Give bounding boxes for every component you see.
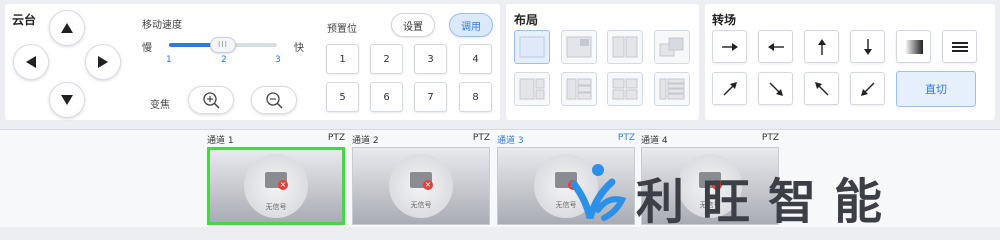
triangle-down-icon [61,95,73,105]
layout-overlap-icon [659,37,684,57]
ptz-title: 云台 [12,13,37,27]
layout-list-button[interactable] [654,72,690,106]
layout-single-icon [519,36,545,58]
layout-main-list-button[interactable] [561,72,597,106]
ptz-up-button[interactable] [49,10,85,46]
preset-button-3[interactable]: 3 [414,44,447,74]
ptz-down-button[interactable] [49,82,85,118]
transition-diag-up-left-button[interactable] [804,72,839,105]
zoom-in-icon [203,92,220,109]
speed-tick-1: 1 [166,55,172,65]
layout-main-list-icon [566,78,592,100]
transition-diag-up-right-button[interactable] [712,72,747,105]
no-signal-text: 无信号 [410,201,432,209]
transition-wipe-button[interactable] [942,30,977,63]
transition-slide-right-button[interactable] [712,30,747,63]
preset-button-1[interactable]: 1 [326,44,359,74]
ptz-left-button[interactable] [13,44,49,80]
speed-tick-3: 3 [275,55,281,65]
transition-slide-up-button[interactable] [804,30,839,63]
preset-set-button[interactable]: 设置 [391,13,435,37]
channel-4-label: 通道 4 [641,136,668,146]
transition-slide-down-button[interactable] [850,30,885,63]
layout-quad-button[interactable] [607,72,643,106]
arrow-up-left-icon [814,81,828,95]
fade-icon [904,39,923,54]
layout-pip-button[interactable] [561,30,597,64]
speed-slider[interactable]: III [169,37,277,53]
zoom-in-button[interactable] [188,86,234,114]
layout-three-left-icon [519,78,545,100]
channel-2-ptz-tag: PTZ [472,133,490,143]
triangle-up-icon [61,23,73,33]
arrow-down-icon [863,38,872,55]
menu-lines-icon [951,41,968,52]
triangle-right-icon [98,56,108,68]
preset-button-6[interactable]: 6 [370,82,403,112]
cut-button[interactable]: 直切 [896,71,976,107]
layout-quad-icon [612,78,638,100]
arrow-up-icon [817,38,826,55]
ptz-right-button[interactable] [85,44,121,80]
no-signal-x-icon: × [423,180,433,190]
channel-1-preview[interactable]: × 无信号 [207,147,345,225]
transition-diag-down-left-button[interactable] [850,72,885,105]
layout-list-icon [659,78,685,100]
channel-2-preview[interactable]: × 无信号 [352,147,490,225]
layout-overlap-button[interactable] [654,30,690,64]
preset-label: 预置位 [327,24,357,35]
channel-3-label: 通道 3 [497,136,524,146]
channel-1-ptz-tag: PTZ [327,133,345,143]
channel-4-ptz-tag: PTZ [761,133,779,143]
transition-diag-down-right-button[interactable] [758,72,793,105]
zoom-out-icon [266,92,283,109]
channel-2-label: 通道 2 [352,136,379,146]
speed-label: 移动速度 [142,20,182,31]
preset-button-4[interactable]: 4 [459,44,492,74]
zoom-label: 变焦 [150,100,170,111]
arrow-right-icon [721,42,738,51]
preset-button-2[interactable]: 2 [370,44,403,74]
arrow-down-right-icon [769,82,783,96]
transition-fade-button[interactable] [896,30,931,63]
speed-tick-2: 2 [221,55,227,65]
layout-single-button[interactable] [514,30,550,64]
speed-fast-label: 快 [294,43,304,54]
speed-slow-label: 慢 [142,43,152,54]
layout-three-left-button[interactable] [514,72,550,106]
channel-1-label: 通道 1 [207,136,234,146]
preset-button-8[interactable]: 8 [459,82,492,112]
layout-split-button[interactable] [607,30,643,64]
speed-slider-thumb[interactable]: III [210,37,236,53]
no-signal-x-icon: × [278,180,288,190]
arrow-left-icon [767,42,784,51]
channel-3-ptz-tag: PTZ [617,133,635,143]
preset-button-5[interactable]: 5 [326,82,359,112]
layout-pip-icon [566,36,592,58]
preset-call-button[interactable]: 调用 [449,13,493,37]
arrow-down-left-icon [860,82,874,96]
layout-title: 布局 [514,13,539,27]
preset-button-7[interactable]: 7 [414,82,447,112]
no-signal-text: 无信号 [265,203,287,211]
watermark: 利旺智能 [568,160,998,230]
watermark-text: 利旺智能 [636,174,901,230]
zoom-out-button[interactable] [251,86,297,114]
triangle-left-icon [26,56,36,68]
watermark-logo-icon [570,164,627,221]
control-area: 云台 移动速度 慢 III 快 1 2 3 变焦 预置位 设置 调用 1 2 3… [0,0,1000,125]
arrow-up-right-icon [723,81,737,95]
transition-title: 转场 [712,13,737,27]
layout-split-icon [612,36,638,58]
transition-slide-left-button[interactable] [758,30,793,63]
